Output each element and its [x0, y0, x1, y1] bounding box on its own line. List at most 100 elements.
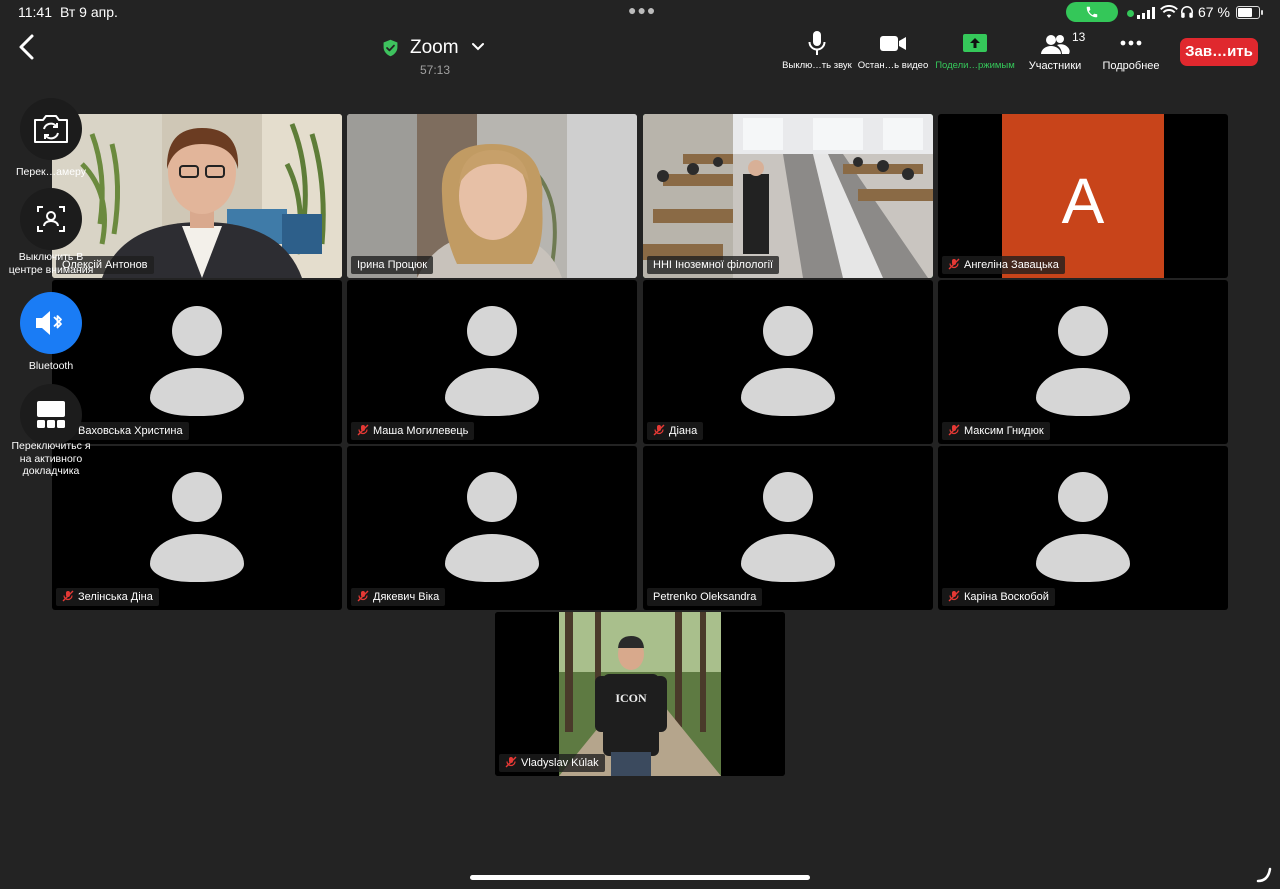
active-speaker-view-button[interactable] [20, 384, 82, 446]
battery-icon [1236, 6, 1263, 19]
wifi-icon [1160, 5, 1178, 18]
participant-name-tag: Діана [647, 422, 704, 440]
headphones-icon [1181, 6, 1193, 18]
muted-mic-icon [505, 756, 517, 768]
participant-name-tag: Petrenko Oleksandra [647, 588, 763, 606]
shirt-print-text: ICON [615, 691, 647, 705]
participant-name-tag: Маша Могилевець [351, 422, 475, 440]
avatar-placeholder-head [467, 306, 517, 356]
more-label: Подробнее [1102, 60, 1160, 72]
switch-camera-button[interactable] [20, 98, 82, 160]
avatar-placeholder-body [445, 534, 539, 582]
more-dots-icon [1120, 40, 1142, 46]
chevron-down-icon [472, 43, 484, 51]
participant-video [643, 114, 933, 278]
video-tile[interactable]: ICON Vladyslav Kúlak [495, 612, 785, 776]
video-tile[interactable]: Каріна Воскобой [938, 446, 1228, 610]
stop-video-button[interactable]: Остан…ь видео [852, 30, 934, 74]
participant-name-tag: Vladyslav Kúlak [499, 754, 605, 772]
participant-video: ICON [495, 612, 785, 776]
share-screen-icon [963, 34, 987, 52]
avatar-placeholder-body [741, 368, 835, 416]
cellular-signal-icon [1137, 7, 1155, 19]
video-tile[interactable]: Максим Гнидюк [938, 280, 1228, 444]
avatar-placeholder-head [763, 306, 813, 356]
participant-name-tag: Зелінська Діна [56, 588, 159, 606]
call-indicator[interactable] [1066, 2, 1118, 22]
resize-corner-icon [1256, 867, 1272, 883]
switch-camera-label: Перек…амеру [15, 166, 87, 178]
share-content-label: Подели…ржимым [935, 60, 1015, 71]
mute-label: Выклю…ть звук [782, 60, 852, 71]
video-tile[interactable]: Дякевич Віка [347, 446, 637, 610]
avatar-placeholder-head [172, 472, 222, 522]
video-tile[interactable]: A Ангеліна Завацька [938, 114, 1228, 278]
participant-name: Petrenko Oleksandra [653, 591, 757, 603]
participant-name: Ваховська Христина [78, 425, 183, 437]
muted-mic-icon [948, 590, 960, 602]
avatar-placeholder-body [150, 368, 244, 416]
stop-video-label: Остан…ь видео [857, 60, 929, 71]
share-content-button[interactable]: Подели…ржимым [930, 30, 1020, 74]
avatar-placeholder-head [1058, 472, 1108, 522]
mute-button[interactable]: Выклю…ть звук [776, 30, 858, 74]
video-tile[interactable]: Petrenko Oleksandra [643, 446, 933, 610]
avatar-placeholder-body [445, 368, 539, 416]
video-tile[interactable]: Маша Могилевець [347, 280, 637, 444]
participant-name: Дякевич Віка [373, 591, 440, 603]
avatar-placeholder-body [150, 534, 244, 582]
participant-name: Ірина Процюк [357, 259, 428, 271]
participants-button[interactable]: 13 Участники [1020, 30, 1090, 74]
multitasking-dots-icon[interactable]: ●●● [628, 2, 656, 18]
participant-name-tag: Ангеліна Завацька [942, 256, 1065, 274]
participant-name: Ангеліна Завацька [964, 259, 1059, 271]
meeting-title-dropdown[interactable]: Zoom [380, 36, 490, 60]
back-button[interactable] [14, 32, 42, 62]
video-camera-icon [880, 36, 906, 51]
participant-initial-avatar: A [1002, 114, 1164, 278]
participant-name-tag: Максим Гнидюк [942, 422, 1050, 440]
chevron-left-icon [19, 34, 34, 60]
meeting-title: Zoom [410, 37, 459, 58]
speaker-view-icon [37, 401, 65, 428]
avatar-placeholder-body [1036, 368, 1130, 416]
participant-video [347, 114, 637, 278]
video-tile[interactable]: Ірина Процюк [347, 114, 637, 278]
avatar-placeholder-head [172, 306, 222, 356]
bluetooth-audio-button[interactable] [20, 292, 82, 354]
phone-icon [1086, 6, 1098, 18]
spotlight-toggle-label: Выключить В центре внимания [8, 251, 94, 276]
muted-mic-icon [948, 424, 960, 436]
mic-active-dot [1127, 10, 1134, 17]
muted-mic-icon [62, 590, 74, 602]
participant-name: Максим Гнидюк [964, 425, 1044, 437]
avatar-placeholder-head [1058, 306, 1108, 356]
status-bar: 11:41 Вт 9 апр. ●●● 67 % [0, 0, 1280, 26]
avatar-placeholder-head [763, 472, 813, 522]
spotlight-toggle-button[interactable] [20, 188, 82, 250]
muted-mic-icon [653, 424, 665, 436]
participant-name: Маша Могилевець [373, 425, 469, 437]
focus-frame-icon [37, 206, 65, 232]
video-tile-active-speaker[interactable]: ННІ Іноземної філології [643, 114, 933, 278]
home-indicator[interactable] [470, 875, 810, 880]
participant-name: Зелінська Діна [78, 591, 153, 603]
muted-mic-icon [948, 258, 960, 270]
more-button[interactable]: Подробнее [1094, 30, 1168, 74]
participants-count: 13 [1072, 30, 1086, 44]
bluetooth-label: Bluetooth [28, 360, 74, 372]
battery-percent: 67 % [1198, 4, 1230, 20]
participant-name: Каріна Воскобой [964, 591, 1049, 603]
meeting-timer: 57:13 [419, 63, 451, 77]
end-meeting-button[interactable]: Зав…ить [1180, 38, 1258, 66]
participants-label: Участники [1028, 60, 1082, 72]
avatar-placeholder-head [467, 472, 517, 522]
participants-icon [1041, 35, 1070, 54]
speaker-bluetooth-icon [36, 311, 62, 335]
participant-name: Діана [669, 425, 698, 437]
video-tile[interactable]: Діана [643, 280, 933, 444]
participant-name-tag: ННІ Іноземної філології [647, 256, 780, 274]
avatar-placeholder-body [741, 534, 835, 582]
microphone-icon [808, 31, 826, 55]
participant-name: Vladyslav Kúlak [521, 757, 599, 769]
